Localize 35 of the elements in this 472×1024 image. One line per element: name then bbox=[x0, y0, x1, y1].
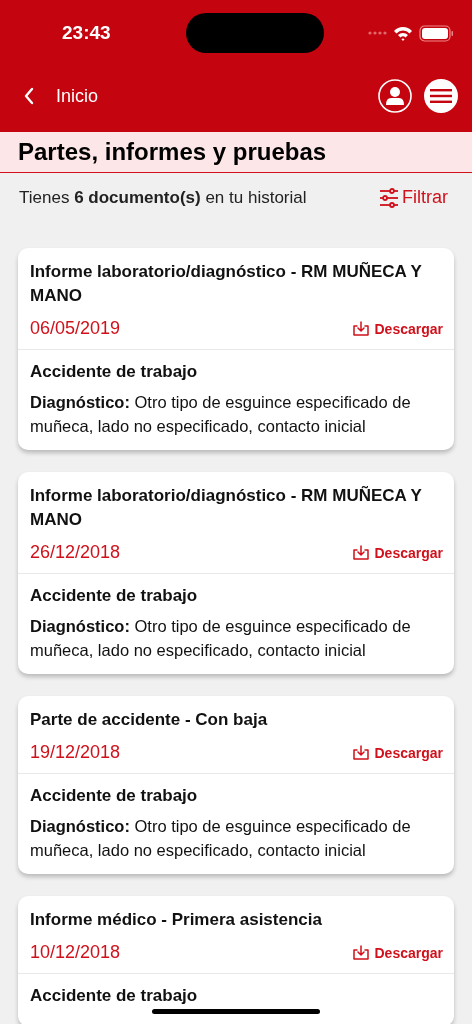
download-button[interactable]: Descargar bbox=[351, 320, 443, 337]
document-category: Accidente de trabajo bbox=[30, 786, 199, 806]
back-chevron-icon bbox=[24, 87, 34, 105]
document-title: Informe laboratorio/diagnóstico - RM MUÑECA Y MANO bbox=[30, 485, 423, 531]
wifi-icon bbox=[393, 25, 413, 41]
document-date: 10/12/2018 bbox=[30, 942, 121, 963]
download-icon bbox=[351, 321, 370, 336]
document-date: 06/05/2019 bbox=[30, 318, 121, 339]
download-button[interactable]: Descargar bbox=[351, 544, 443, 561]
diagnosis-text: Diagnóstico: Otro tipo de esguince especificado de muñeca, lado no especificado, contacto inicial bbox=[30, 392, 412, 437]
diagnosis-text: Diagnóstico: Otro tipo de esguince especificado de muñeca, lado no especificado, contacto inicial bbox=[30, 616, 412, 661]
document-date: 19/12/2018 bbox=[30, 742, 121, 763]
document-category: Accidente de trabajo bbox=[30, 986, 199, 1006]
download-button[interactable]: Descargar bbox=[351, 944, 443, 961]
download-icon bbox=[351, 745, 370, 760]
status-time: 23:43 bbox=[62, 22, 112, 44]
diagnosis-text: Diagnóstico: Otro tipo de esguince especificado de muñeca, lado no especificado, contacto inicial bbox=[30, 816, 412, 861]
battery-icon bbox=[419, 24, 454, 42]
signal-icon bbox=[368, 29, 387, 37]
download-button[interactable]: Descargar bbox=[351, 744, 443, 761]
profile-icon[interactable] bbox=[378, 79, 412, 113]
filter-button[interactable]: Filtrar bbox=[379, 187, 448, 208]
document-date: 26/12/2018 bbox=[30, 542, 121, 563]
document-title: Informe médico - Primera asistencia bbox=[30, 909, 323, 931]
menu-icon[interactable] bbox=[424, 79, 458, 113]
document-title: Informe laboratorio/diagnóstico - RM MUÑECA Y MANO bbox=[30, 261, 423, 307]
back-button[interactable]: Inicio bbox=[24, 85, 99, 107]
download-icon bbox=[351, 545, 370, 560]
page-title: Partes, informes y pruebas bbox=[18, 138, 328, 166]
document-category: Accidente de trabajo bbox=[30, 586, 199, 606]
download-icon bbox=[351, 945, 370, 960]
filter-icon bbox=[379, 187, 399, 208]
document-category: Accidente de trabajo bbox=[30, 362, 199, 382]
document-title: Parte de accidente - Con baja bbox=[30, 709, 269, 731]
document-count-text: Tienes 6 documento(s) en tu historial bbox=[19, 187, 307, 208]
